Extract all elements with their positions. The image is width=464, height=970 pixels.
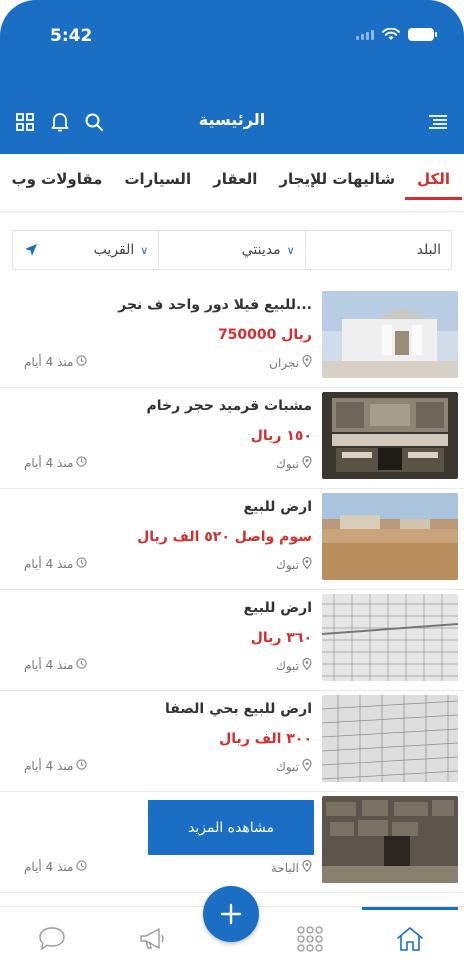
clock-icon	[76, 557, 88, 571]
tab-contracting[interactable]: مقاولات وب	[12, 170, 103, 200]
listing-price: ٣٠٠ الف ريال	[219, 731, 312, 747]
list-item[interactable]: مشبات قرميد حجر رخام ١٥٠ ريال تبوك منذ 4…	[0, 388, 464, 489]
listing-title: ارض للبيع بحي الصفا	[165, 701, 312, 717]
listing-title: ارض للبيع	[243, 600, 312, 616]
listing-image-plan	[322, 594, 458, 681]
listing-image-fireplace	[322, 392, 458, 479]
listing-time-text: منذ 4 أيام	[24, 456, 74, 470]
listing-price: سوم واصل ٥٢٠ الف ريال	[137, 529, 312, 545]
listing-time-text: منذ 4 أيام	[24, 759, 74, 773]
menu-icon[interactable]	[426, 110, 450, 134]
clock-icon	[76, 355, 88, 369]
clock-icon	[76, 759, 88, 773]
listing-location-text: تبوك	[275, 759, 299, 774]
signal-icon	[356, 29, 374, 40]
add-listing-button[interactable]	[203, 886, 259, 942]
megaphone-icon[interactable]	[132, 921, 172, 957]
status-bar: 5:42	[0, 24, 464, 52]
listing-price: 750000 ريال	[217, 327, 312, 343]
listing-time: منذ 4 أيام	[24, 355, 88, 369]
listing-time-text: منذ 4 أيام	[24, 355, 74, 369]
plus-icon	[220, 903, 242, 925]
listing-price: ١٥٠ ريال	[250, 428, 312, 444]
clock-icon	[76, 860, 88, 874]
listing-image-plan	[322, 695, 458, 782]
location-pin-icon	[302, 354, 312, 370]
location-pin-icon	[302, 455, 312, 471]
listing-time: منذ 4 أيام	[24, 456, 88, 470]
location-pin-icon	[302, 556, 312, 572]
listing-image-villa	[322, 291, 458, 378]
listing-location-text: نجران	[269, 355, 299, 370]
location-arrow-icon	[25, 244, 38, 256]
listing-time-text: منذ 4 أيام	[24, 658, 74, 672]
clock-icon	[76, 658, 88, 672]
status-icons	[356, 28, 437, 41]
listing-location-text: تبوك	[275, 658, 299, 673]
chevron-down-icon: ∨	[286, 243, 295, 257]
page-title: الرئيسية	[198, 110, 266, 129]
listing-time-text: منذ 4 أيام	[24, 860, 74, 874]
listing-image-land	[322, 493, 458, 580]
listing-location: تبوك	[275, 455, 312, 471]
tab-real-estate[interactable]: العقار	[213, 170, 257, 200]
status-time: 5:42	[50, 26, 93, 46]
home-icon[interactable]	[390, 921, 430, 957]
location-pin-icon	[302, 758, 312, 774]
show-more-button[interactable]: مشاهده المزيد	[148, 800, 314, 855]
list-item[interactable]: للبيع فيلا دور واحد ف نجر... 750000 ريال…	[0, 287, 464, 388]
phone-screen: 5:42 الرئيسية الكل شاليهات للإيجار العقا…	[0, 0, 464, 970]
app-header: 5:42 الرئيسية	[0, 0, 464, 154]
chat-icon[interactable]	[32, 921, 72, 957]
tab-chalets[interactable]: شاليهات للإيجار	[279, 170, 395, 200]
listing-price: ٣٦٠ ريال	[250, 630, 312, 646]
listing-location: الباحة	[270, 859, 312, 875]
listing-title: ارض للبيع	[243, 499, 312, 515]
toolbar: الرئيسية	[0, 100, 464, 144]
location-pin-icon	[302, 657, 312, 673]
listing-time-text: منذ 4 أيام	[24, 557, 74, 571]
list-item[interactable]: ارض للبيع ٣٦٠ ريال تبوك منذ 4 أيام	[0, 590, 464, 691]
country-filter[interactable]: البلد	[304, 231, 451, 269]
listing-time: منذ 4 أيام	[24, 860, 88, 874]
nearby-filter-label: القريب	[93, 242, 135, 258]
filter-bar: البلد ∨ مدينتي ∨ القريب	[12, 230, 452, 270]
listing-location: تبوك	[275, 758, 312, 774]
listing-location-text: الباحة	[270, 860, 299, 875]
location-pin-icon	[302, 859, 312, 875]
category-tabs: الكل شاليهات للإيجار العقار السيارات مقا…	[0, 154, 464, 212]
tab-all[interactable]: الكل	[405, 170, 462, 200]
active-tab-indicator	[362, 907, 458, 910]
list-item[interactable]: ارض للبيع سوم واصل ٥٢٠ الف ريال تبوك منذ…	[0, 489, 464, 590]
nearby-filter[interactable]: ∨ القريب	[13, 231, 158, 269]
country-filter-label: البلد	[416, 242, 441, 258]
listing-title: مشبات قرميد حجر رخام	[146, 398, 312, 414]
apps-icon[interactable]	[290, 921, 330, 957]
listing-time: منذ 4 أيام	[24, 759, 88, 773]
list-item[interactable]: ارض للبيع بحي الصفا ٣٠٠ الف ريال تبوك من…	[0, 691, 464, 792]
listing-location: تبوك	[275, 556, 312, 572]
listing-time: منذ 4 أيام	[24, 557, 88, 571]
chevron-down-icon: ∨	[140, 243, 149, 257]
wifi-icon	[382, 28, 400, 40]
listing-time: منذ 4 أيام	[24, 658, 88, 672]
listing-image-stone	[322, 796, 458, 883]
clock-icon	[76, 456, 88, 470]
listing-location-text: تبوك	[275, 557, 299, 572]
city-filter-label: مدينتي	[241, 242, 281, 258]
listing-location: تبوك	[275, 657, 312, 673]
listing-location: نجران	[269, 354, 312, 370]
tab-cars[interactable]: السيارات	[124, 170, 191, 200]
city-filter[interactable]: ∨ مدينتي	[158, 231, 304, 269]
battery-icon	[408, 28, 437, 41]
listing-title: للبيع فيلا دور واحد ف نجر...	[118, 297, 312, 313]
listing-location-text: تبوك	[275, 456, 299, 471]
